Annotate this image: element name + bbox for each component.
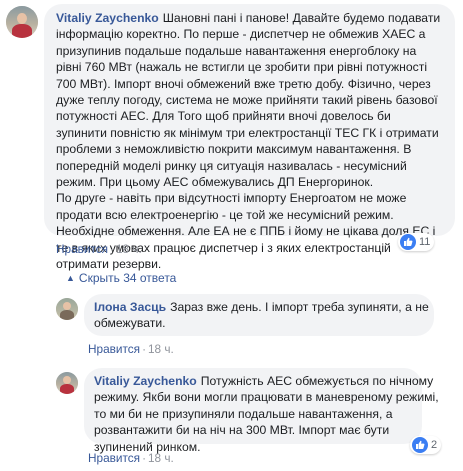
- comment-author[interactable]: Vitaliy Zaychenko: [94, 374, 197, 388]
- comment-author[interactable]: Vitaliy Zaychenko: [56, 11, 159, 25]
- reaction-counter[interactable]: 11: [398, 233, 435, 251]
- reaction-count: 11: [419, 236, 431, 248]
- comment-timestamp[interactable]: 18 ч.: [116, 242, 142, 256]
- hide-replies-label: Скрыть 34 ответа: [78, 271, 177, 285]
- like-button[interactable]: Нравится: [88, 342, 140, 356]
- comment-text-line: Зараз вже день. І імпорт треба зупиняти,…: [170, 300, 429, 314]
- like-button[interactable]: Нравится: [56, 242, 108, 256]
- like-icon: [412, 437, 428, 453]
- comment-text-line: режиму. Якби вони могли працювати в мане…: [94, 390, 439, 405]
- comment-text-line: Необхідне обмеження. Але ЕА не є ППБ і й…: [56, 224, 436, 239]
- comment-text-line: призупинив подальше подальше навантаженн…: [56, 43, 417, 58]
- comment-text-line: то ми би не призупиняли подальше наванта…: [94, 406, 393, 421]
- comment-text-line: Шановні пані і панове! Давайте будемо по…: [162, 11, 441, 25]
- avatar-ilona[interactable]: [56, 298, 78, 320]
- comment-timestamp[interactable]: 18 ч.: [148, 451, 174, 465]
- comment-text-line: продати всю електроенергію - це той же н…: [56, 207, 394, 222]
- comment-timestamp[interactable]: 18 ч.: [148, 342, 174, 356]
- like-icon: [400, 234, 416, 250]
- comment-text-line: потужності АЕС. Для Того щоб прийняти вн…: [56, 109, 391, 124]
- comment-text-line: дуже теплу погоду, система не може прийн…: [56, 93, 438, 108]
- comment-text-line: розвантажити би на ніч на 300 МВт. Імпор…: [94, 423, 390, 438]
- comment-text-line: зупинити повністю як мінімум три електро…: [56, 125, 439, 140]
- comment-author[interactable]: Ілона Засць: [94, 300, 166, 314]
- comment-text-line: Потужність АЕС обмежується по нічному: [200, 374, 434, 388]
- comment-text-line: рівні 760 МВт (нажаль не встигли це зроб…: [56, 60, 428, 75]
- comment-actions: Нравится · 18 ч.: [88, 451, 174, 465]
- chevron-up-icon: ▲: [66, 273, 75, 283]
- comment-text-line: 700 МВт). Імпорт вночі обмежений вже тре…: [56, 76, 431, 91]
- reaction-counter[interactable]: 2: [410, 436, 442, 454]
- avatar-vitaliy-zaychenko[interactable]: [6, 6, 38, 38]
- comment-bubble-3: Vitaliy Zaychenko Потужність АЕС обмежуєт…: [84, 368, 439, 454]
- comment-text-line: проблеми з неможливістю покрити максимум…: [56, 142, 412, 157]
- comment-text-line: По друге - навіть при відсутності імпорт…: [56, 191, 407, 206]
- avatar-vitaliy-zaychenko[interactable]: [56, 372, 78, 394]
- comment-bubble-1: Vitaliy Zaychenko Шановні пані і панове! …: [44, 4, 455, 271]
- reaction-count: 2: [431, 439, 438, 451]
- like-button[interactable]: Нравится: [88, 451, 140, 465]
- comment-bubble-2: Ілона Засць Зараз вже день. І імпорт треб…: [84, 294, 434, 336]
- comment-actions: Нравится · 18 ч.: [88, 342, 174, 356]
- comment-text-line: обмежувати.: [94, 316, 166, 331]
- comment-text-line: інформацію коректно. По перше - диспетче…: [56, 27, 426, 42]
- hide-replies-toggle[interactable]: ▲ Скрыть 34 ответа: [66, 271, 176, 285]
- comment-actions: Нравится · 18 ч.: [56, 242, 142, 256]
- comment-text-line: попередній моделі ринку ця ситуація нази…: [56, 158, 407, 173]
- comment-text-line: режим. При цьому АЕС обмежувались ДП Ене…: [56, 175, 374, 190]
